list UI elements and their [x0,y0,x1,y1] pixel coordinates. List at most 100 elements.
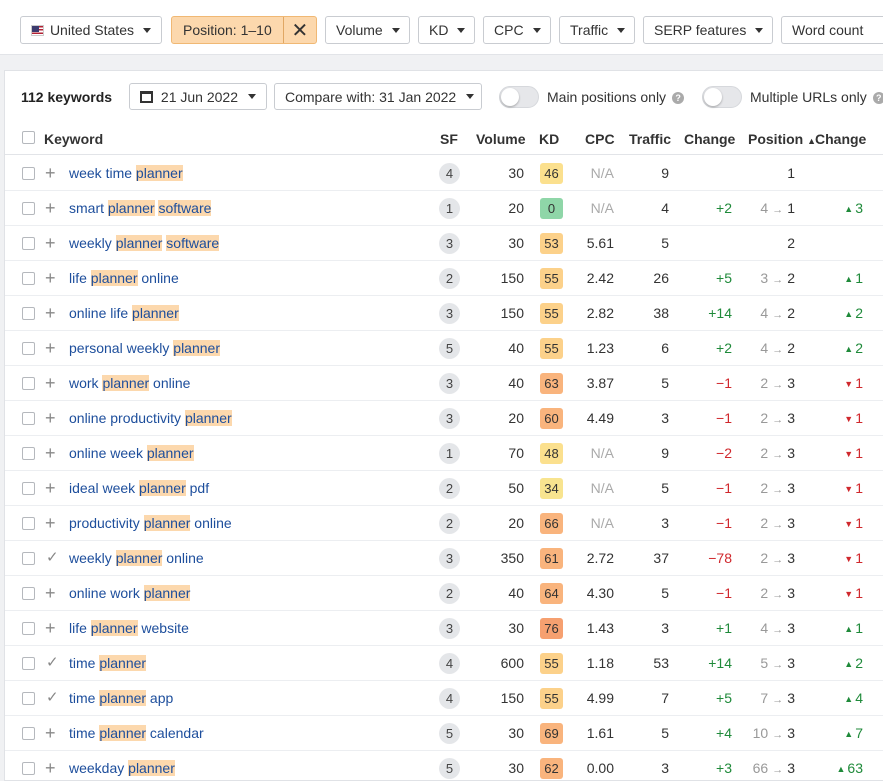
col-cpc[interactable]: CPC [585,131,615,147]
row-checkbox[interactable] [22,447,35,460]
serp-features-badge[interactable]: 5 [439,338,460,359]
keyword-link[interactable]: time planner calendar [69,725,204,741]
plus-icon[interactable]: + [45,199,56,217]
keyword-link[interactable]: time planner [69,655,147,671]
serp-features-badge[interactable]: 2 [439,478,460,499]
plus-icon[interactable]: + [45,164,56,182]
row-checkbox[interactable] [22,237,35,250]
serp-features-badge[interactable]: 1 [439,443,460,464]
row-checkbox[interactable] [22,622,35,635]
row-checkbox[interactable] [22,587,35,600]
keyword-link[interactable]: ideal week planner pdf [69,480,209,496]
serp-features-badge[interactable]: 2 [439,513,460,534]
serp-features-badge[interactable]: 2 [439,583,460,604]
keyword-link[interactable]: smart planner software [69,200,212,216]
row-checkbox[interactable] [22,657,35,670]
keyword-link[interactable]: productivity planner online [69,515,232,531]
row-checkbox[interactable] [22,307,35,320]
serp-features-badge[interactable]: 5 [439,758,460,779]
keyword-link[interactable]: week time planner [69,165,183,181]
plus-icon[interactable]: + [45,619,56,637]
serp-features-badge[interactable]: 3 [439,373,460,394]
checkmark-icon[interactable]: ✓ [46,654,59,672]
serp-features-badge[interactable]: 2 [439,268,460,289]
row-checkbox[interactable] [22,552,35,565]
checkmark-icon[interactable]: ✓ [46,549,59,567]
clear-filter-close-icon[interactable]: ✕ [282,17,316,43]
select-all-checkbox[interactable] [22,131,35,144]
main-positions-toggle[interactable] [499,86,539,108]
serp-features-badge[interactable]: 3 [439,548,460,569]
calendar-icon [140,90,153,103]
serp-features-badge[interactable]: 1 [439,198,460,219]
col-kd[interactable]: KD [539,131,559,147]
row-checkbox[interactable] [22,692,35,705]
date-picker-button[interactable]: 21 Jun 2022 [129,83,267,110]
keyword-link[interactable]: weekly planner software [69,235,220,251]
keyword-link[interactable]: online productivity planner [69,410,232,426]
country-filter[interactable]: United States [20,16,162,44]
checkmark-icon[interactable]: ✓ [46,689,59,707]
keyword-link[interactable]: online life planner [69,305,179,321]
plus-icon[interactable]: + [45,304,56,322]
serp-features-badge[interactable]: 4 [439,688,460,709]
plus-icon[interactable]: + [45,444,56,462]
help-icon[interactable]: ? [672,92,685,104]
word-count-filter[interactable]: Word count [781,16,883,44]
row-checkbox[interactable] [22,342,35,355]
keyword-link[interactable]: life planner website [69,620,189,636]
col-sf[interactable]: SF [440,131,458,147]
serp-features-badge[interactable]: 3 [439,408,460,429]
compare-date-button[interactable]: Compare with: 31 Jan 2022 [274,83,482,110]
serp-features-badge[interactable]: 4 [439,163,460,184]
serp-features-badge[interactable]: 4 [439,653,460,674]
keyword-link[interactable]: life planner online [69,270,179,286]
plus-icon[interactable]: + [45,234,56,252]
cpc-filter[interactable]: CPC [483,16,551,44]
plus-icon[interactable]: + [45,339,56,357]
col-position[interactable]: Position ▲ [748,131,816,147]
col-traffic[interactable]: Traffic [629,131,671,147]
serp-features-filter[interactable]: SERP features [643,16,773,44]
serp-features-badge[interactable]: 3 [439,233,460,254]
help-icon[interactable]: ? [872,92,883,104]
plus-icon[interactable]: + [45,269,56,287]
row-checkbox[interactable] [22,272,35,285]
plus-icon[interactable]: + [45,479,56,497]
serp-features-badge[interactable]: 3 [439,618,460,639]
kd-filter[interactable]: KD [418,16,475,44]
row-checkbox[interactable] [22,762,35,775]
row-checkbox[interactable] [22,517,35,530]
plus-icon[interactable]: + [45,759,56,777]
row-checkbox[interactable] [22,482,35,495]
traffic-value: 26 [653,270,669,286]
keyword-link[interactable]: online work planner [69,585,191,601]
keyword-part: life [69,270,91,286]
plus-icon[interactable]: + [45,584,56,602]
col-volume[interactable]: Volume [476,131,526,147]
row-checkbox[interactable] [22,202,35,215]
plus-icon[interactable]: + [45,724,56,742]
keyword-link[interactable]: work planner online [69,375,190,391]
plus-icon[interactable]: + [45,514,56,532]
row-checkbox[interactable] [22,377,35,390]
volume-filter[interactable]: Volume [325,16,410,44]
col-position-change[interactable]: Change [815,131,866,147]
plus-icon[interactable]: + [45,409,56,427]
keyword-link[interactable]: time planner app [69,690,173,706]
col-keyword[interactable]: Keyword [44,131,103,147]
keyword-link[interactable]: weekday planner [69,760,175,776]
row-checkbox[interactable] [22,727,35,740]
keyword-link[interactable]: personal weekly planner [69,340,220,356]
traffic-filter[interactable]: Traffic [559,16,635,44]
serp-features-badge[interactable]: 3 [439,303,460,324]
position-filter[interactable]: Position: 1–10 ✕ [171,16,317,44]
row-checkbox[interactable] [22,412,35,425]
multiple-urls-toggle[interactable] [702,86,742,108]
keyword-link[interactable]: online week planner [69,445,194,461]
serp-features-badge[interactable]: 5 [439,723,460,744]
col-change[interactable]: Change [684,131,735,147]
row-checkbox[interactable] [22,167,35,180]
keyword-link[interactable]: weekly planner online [69,550,204,566]
plus-icon[interactable]: + [45,374,56,392]
